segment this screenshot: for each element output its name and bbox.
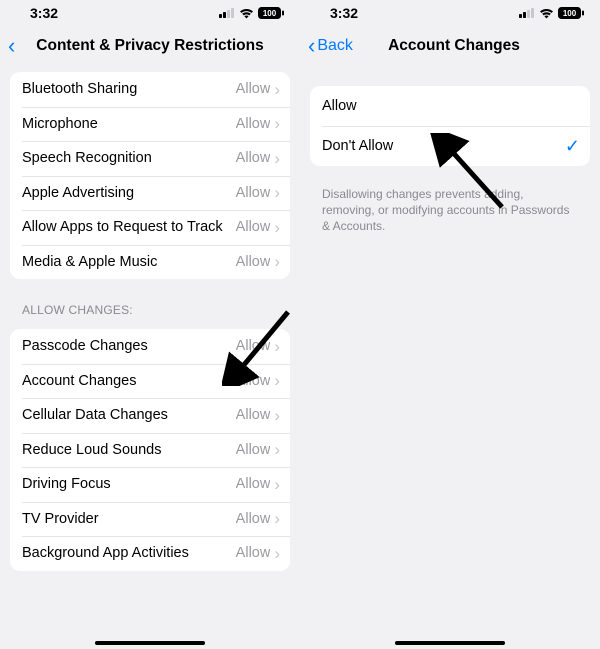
- row-cellular-data-changes[interactable]: Cellular Data Changes Allow ›: [10, 398, 290, 433]
- home-indicator[interactable]: [95, 641, 205, 645]
- row-label: Microphone: [22, 116, 236, 132]
- battery-icon: 100: [258, 7, 284, 19]
- row-label: Speech Recognition: [22, 150, 236, 166]
- row-background-app-activities[interactable]: Background App Activities Allow ›: [10, 536, 290, 571]
- row-apple-advertising[interactable]: Apple Advertising Allow ›: [10, 176, 290, 211]
- status-time: 3:32: [30, 5, 58, 21]
- allow-changes-header: ALLOW CHANGES:: [0, 293, 300, 323]
- row-label: Reduce Loud Sounds: [22, 442, 236, 458]
- row-value: Allow: [236, 81, 271, 97]
- checkmark-icon: ✓: [565, 137, 580, 155]
- chevron-right-icon: ›: [274, 510, 280, 527]
- row-reduce-loud-sounds[interactable]: Reduce Loud Sounds Allow ›: [10, 433, 290, 468]
- row-tv-provider[interactable]: TV Provider Allow ›: [10, 502, 290, 537]
- page-title: Content & Privacy Restrictions: [0, 37, 300, 55]
- cellular-signal-icon: [219, 8, 235, 18]
- status-icons: 100: [519, 7, 584, 19]
- footnote: Disallowing changes prevents adding, rem…: [300, 180, 600, 235]
- row-label: TV Provider: [22, 511, 236, 527]
- row-bluetooth-sharing[interactable]: Bluetooth Sharing Allow ›: [10, 72, 290, 107]
- phone-right: 3:32 100 ‹ Back Account Changes Allow Do: [300, 0, 600, 649]
- row-value: Allow: [236, 476, 271, 492]
- svg-text:100: 100: [263, 9, 277, 18]
- row-value: Allow: [236, 219, 271, 235]
- chevron-right-icon: ›: [274, 150, 280, 167]
- account-changes-options-group: Allow Don't Allow ✓: [310, 86, 590, 166]
- row-allow-apps-track[interactable]: Allow Apps to Request to Track Allow ›: [10, 210, 290, 245]
- row-value: Allow: [236, 511, 271, 527]
- allow-changes-group: Passcode Changes Allow › Account Changes…: [10, 329, 290, 571]
- row-value: Allow: [236, 338, 271, 354]
- chevron-right-icon: ›: [274, 81, 280, 98]
- wifi-icon: [539, 8, 554, 19]
- cellular-signal-icon: [519, 8, 535, 18]
- row-account-changes[interactable]: Account Changes Allow ›: [10, 364, 290, 399]
- row-value: Allow: [236, 150, 271, 166]
- row-label: Media & Apple Music: [22, 254, 236, 270]
- row-value: Allow: [236, 116, 271, 132]
- back-button[interactable]: ‹: [8, 35, 15, 57]
- chevron-right-icon: ›: [274, 253, 280, 270]
- chevron-right-icon: ›: [274, 476, 280, 493]
- row-label: Don't Allow: [322, 138, 565, 154]
- chevron-right-icon: ›: [274, 372, 280, 389]
- privacy-group: Bluetooth Sharing Allow › Microphone All…: [10, 72, 290, 279]
- nav-bar: ‹ Back Account Changes: [300, 26, 600, 66]
- row-label: Allow: [322, 98, 580, 114]
- phone-left: 3:32 100 ‹ Content & Privacy Restriction…: [0, 0, 300, 649]
- chevron-right-icon: ›: [274, 184, 280, 201]
- chevron-right-icon: ›: [274, 545, 280, 562]
- row-label: Allow Apps to Request to Track: [22, 219, 236, 235]
- status-time: 3:32: [330, 5, 358, 21]
- back-button[interactable]: ‹ Back: [308, 35, 353, 57]
- nav-bar: ‹ Content & Privacy Restrictions: [0, 26, 300, 66]
- row-microphone[interactable]: Microphone Allow ›: [10, 107, 290, 142]
- battery-icon: 100: [558, 7, 584, 19]
- row-label: Passcode Changes: [22, 338, 236, 354]
- option-allow[interactable]: Allow: [310, 86, 590, 126]
- row-value: Allow: [236, 442, 271, 458]
- chevron-left-icon: ‹: [308, 35, 315, 57]
- settings-scroll-area[interactable]: Bluetooth Sharing Allow › Microphone All…: [0, 66, 300, 649]
- chevron-right-icon: ›: [274, 219, 280, 236]
- status-bar: 3:32 100: [300, 0, 600, 26]
- row-label: Cellular Data Changes: [22, 407, 236, 423]
- home-indicator[interactable]: [395, 641, 505, 645]
- status-icons: 100: [219, 7, 284, 19]
- wifi-icon: [239, 8, 254, 19]
- row-label: Driving Focus: [22, 476, 236, 492]
- chevron-right-icon: ›: [274, 115, 280, 132]
- chevron-right-icon: ›: [274, 407, 280, 424]
- chevron-right-icon: ›: [274, 441, 280, 458]
- row-label: Background App Activities: [22, 545, 236, 561]
- row-speech-recognition[interactable]: Speech Recognition Allow ›: [10, 141, 290, 176]
- status-bar: 3:32 100: [0, 0, 300, 26]
- row-value: Allow: [236, 254, 271, 270]
- chevron-right-icon: ›: [274, 338, 280, 355]
- row-label: Account Changes: [22, 373, 236, 389]
- row-driving-focus[interactable]: Driving Focus Allow ›: [10, 467, 290, 502]
- row-label: Bluetooth Sharing: [22, 81, 236, 97]
- row-value: Allow: [236, 373, 271, 389]
- row-passcode-changes[interactable]: Passcode Changes Allow ›: [10, 329, 290, 364]
- chevron-left-icon: ‹: [8, 35, 15, 57]
- row-value: Allow: [236, 407, 271, 423]
- row-media-apple-music[interactable]: Media & Apple Music Allow ›: [10, 245, 290, 280]
- row-value: Allow: [236, 185, 271, 201]
- row-label: Apple Advertising: [22, 185, 236, 201]
- svg-text:100: 100: [563, 9, 577, 18]
- row-value: Allow: [236, 545, 271, 561]
- option-dont-allow[interactable]: Don't Allow ✓: [310, 126, 590, 166]
- back-label: Back: [317, 37, 353, 55]
- settings-scroll-area[interactable]: Allow Don't Allow ✓ Disallowing changes …: [300, 66, 600, 649]
